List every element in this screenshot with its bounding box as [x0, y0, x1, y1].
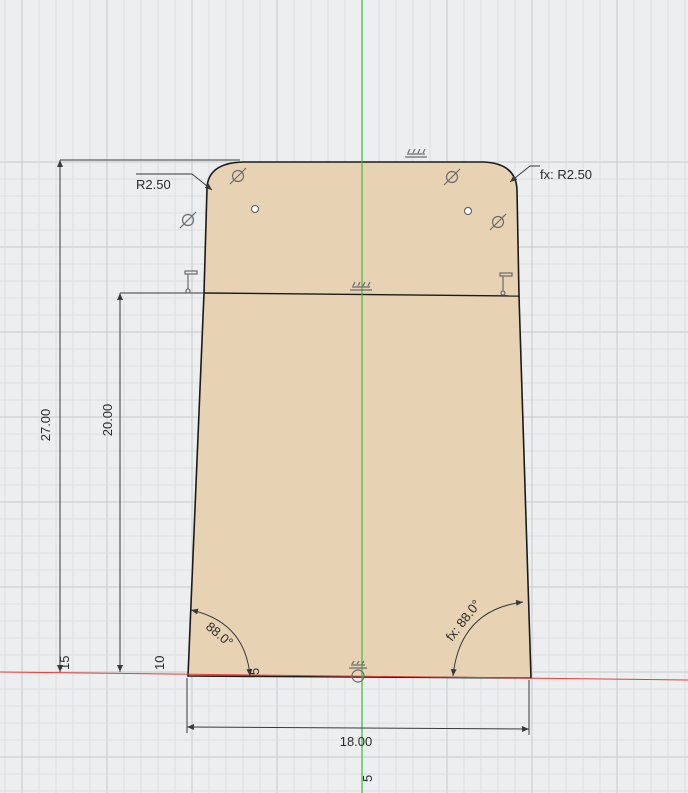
sketch-point[interactable] [464, 207, 472, 215]
axis-label-bottom-center: 5 [360, 775, 375, 782]
sketch-point[interactable] [251, 205, 259, 213]
axis-label-bottom-small: 5 [247, 668, 262, 675]
tangent-icon[interactable] [179, 211, 197, 229]
coincident-icon[interactable] [184, 270, 198, 294]
dimension-mid-height[interactable]: 20.00 [100, 292, 204, 672]
dimension-radius-left[interactable]: R2.50 [136, 173, 213, 192]
dimension-radius-right[interactable]: fx: R2.50 [509, 165, 592, 183]
sketch-canvas[interactable]: 27.00 20.00 18.00 R2.50 fx: R2.50 88.0° … [0, 0, 688, 793]
dimension-radius-right-label[interactable]: fx: R2.50 [540, 167, 592, 182]
dimension-bottom-width-label[interactable]: 18.00 [340, 734, 373, 749]
dimension-mid-height-label[interactable]: 20.00 [100, 404, 115, 437]
axis-label-left-inner: 10 [152, 656, 167, 670]
sketch-profile[interactable] [187, 161, 532, 679]
dimension-radius-left-label[interactable]: R2.50 [136, 177, 171, 192]
dimension-total-height-label[interactable]: 27.00 [38, 409, 53, 442]
axis-label-left-outer: 15 [57, 656, 72, 670]
horizontal-icon[interactable] [405, 148, 427, 158]
